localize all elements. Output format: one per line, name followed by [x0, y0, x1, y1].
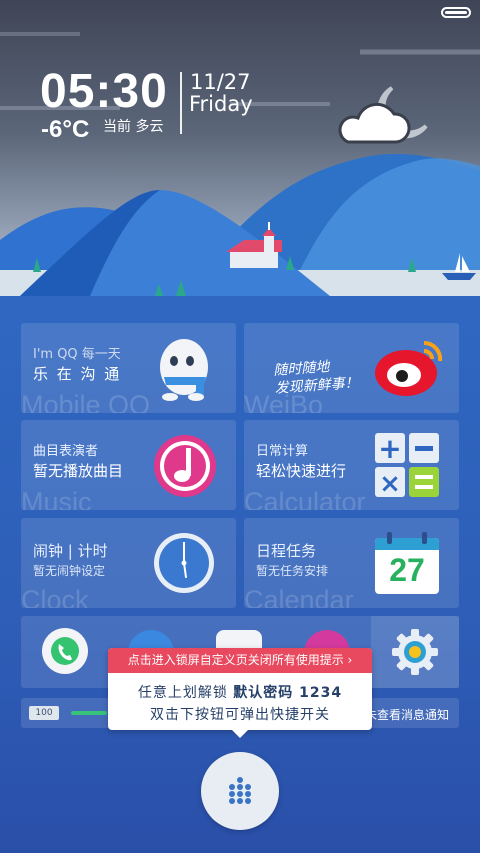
tooltip-arrow	[232, 730, 248, 738]
svg-text:×: ×	[379, 469, 401, 498]
tile-clock-line2: 暂无闹钟设定	[33, 564, 106, 578]
tile-music-ghost: Music	[21, 487, 92, 510]
clock-time: 05:30	[40, 65, 168, 118]
calendar-icon: 27	[375, 532, 439, 594]
tile-calendar-line1: 日程任务	[256, 542, 317, 560]
weather-condition: 当前 多云	[103, 119, 164, 135]
usage-tip-popup: 点击进入锁屏自定义页关闭所有使用提示 › 任意上划解锁 默认密码 1234 双击…	[108, 648, 372, 738]
calculator-icon: + ×	[375, 432, 439, 498]
battery-icon	[441, 7, 471, 18]
settings-gear-icon[interactable]	[391, 628, 439, 676]
clock-divider	[180, 72, 182, 134]
tile-calendar-line2: 暂无任务安排	[256, 564, 329, 578]
tile-clock[interactable]: 闹钟 | 计时 暂无闹钟设定 Clock	[21, 518, 236, 608]
battery-level-badge: 100	[29, 706, 59, 720]
svg-text:+: +	[378, 432, 401, 465]
tile-calculator-ghost: Calculator	[244, 487, 366, 510]
weather-temperature: -6°C	[41, 116, 90, 143]
cloud-moon-icon	[338, 86, 428, 144]
quick-switch-hint: 双击下按钮可弹出快捷开关	[150, 707, 330, 723]
settings-cell[interactable]	[371, 616, 459, 688]
tile-music-line1: 曲目表演者	[33, 444, 99, 459]
tile-weibo-ghost: WeiBo	[244, 390, 324, 413]
music-note-icon	[154, 435, 216, 497]
tile-calculator-line1: 日常计算	[256, 444, 309, 459]
tile-qq[interactable]: I'm QQ 每一天 乐 在 沟 通 Mobile QQ	[21, 323, 236, 413]
calendar-day-number: 27	[389, 552, 425, 588]
home-button[interactable]	[201, 752, 279, 830]
tile-calculator[interactable]: 日常计算 轻松快速进行 Calculator + ×	[244, 420, 459, 510]
tile-calculator-line2: 轻松快速进行	[256, 462, 347, 480]
tile-music[interactable]: 曲目表演者 暂无播放曲目 Music	[21, 420, 236, 510]
default-password-hint: 默认密码 1234	[233, 685, 343, 701]
tile-music-line2: 暂无播放曲目	[33, 462, 124, 480]
weibo-icon	[375, 340, 443, 396]
unlock-hint: 任意上划解锁 默认密码 1234	[108, 682, 372, 702]
close-tips-link[interactable]: 点击进入锁屏自定义页关闭所有使用提示 ›	[108, 648, 372, 673]
clock-date: 11/27	[190, 70, 251, 94]
tile-qq-line1: I'm QQ 每一天	[33, 347, 121, 362]
tile-qq-line2: 乐 在 沟 通	[33, 365, 122, 383]
tile-calendar[interactable]: 日程任务 暂无任务安排 Calendar 27	[244, 518, 459, 608]
clock-day: Friday	[189, 92, 253, 116]
unread-notifications-text[interactable]: 未查看消息通知	[365, 706, 449, 723]
unlock-hint-a: 任意上划解锁	[137, 685, 234, 701]
battery-progress	[71, 711, 107, 715]
qq-penguin-icon	[160, 339, 208, 401]
phone-icon[interactable]	[42, 628, 88, 674]
tile-clock-ghost: Clock	[21, 585, 89, 608]
tile-calendar-ghost: Calendar	[244, 585, 354, 608]
dots-grid-icon	[229, 777, 251, 804]
tile-clock-line1: 闹钟 | 计时	[33, 542, 108, 560]
tile-qq-ghost: Mobile QQ	[21, 390, 151, 413]
clock-icon	[154, 533, 214, 593]
tile-weibo[interactable]: 随时随地 发现新鲜事！ WeiBo	[244, 323, 459, 413]
